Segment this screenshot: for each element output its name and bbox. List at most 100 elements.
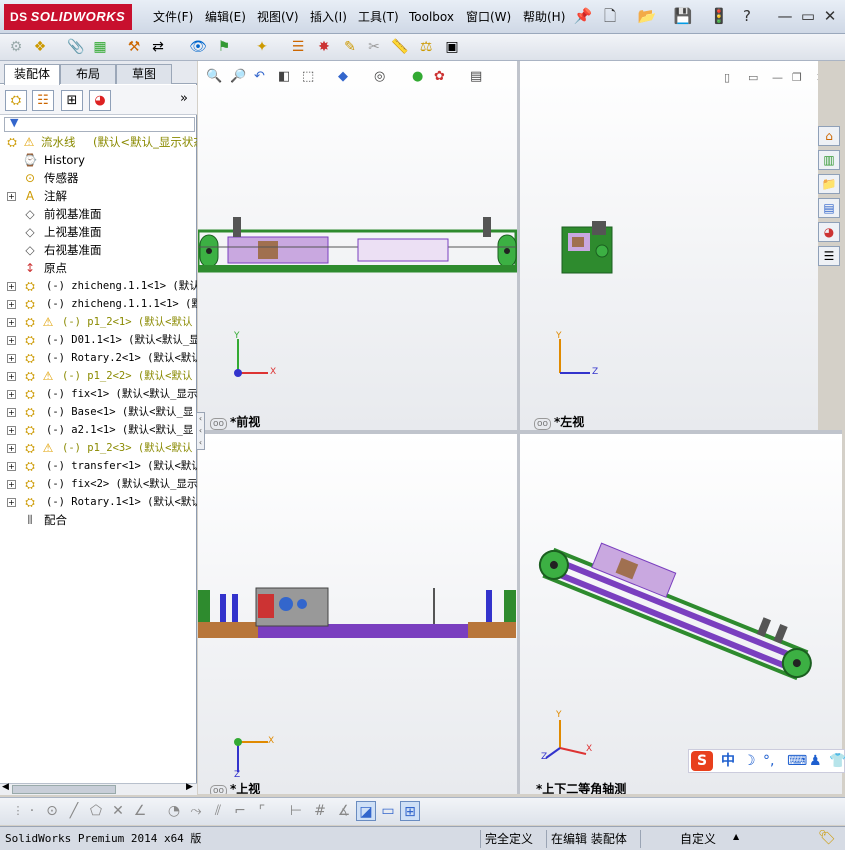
interference-icon[interactable]: ✂ (364, 37, 384, 57)
help-icon[interactable]: ? (736, 5, 758, 27)
menu-view[interactable]: 视图(V) (257, 8, 299, 26)
panel-collapse-handle[interactable]: ‹ ‹ ‹ (196, 412, 205, 450)
shaded-view-icon[interactable]: ◪ (356, 801, 376, 821)
expand-icon[interactable]: + (7, 318, 16, 327)
tree-item[interactable]: + ⛭ (-) Rotary.2<1> (默认<默认 (0, 349, 197, 367)
tree-item[interactable]: ↕ 原点 (0, 259, 197, 277)
view-orientation-icon[interactable]: ⬚ (302, 69, 314, 84)
tree-item[interactable]: + ⛭ (-) Rotary.1<1> (默认<默认 (0, 493, 197, 511)
minimize-button[interactable]: — (774, 5, 796, 27)
tree-item[interactable]: + ⛭ (-) zhicheng.1.1<1> (默认< (0, 277, 197, 295)
sogou-logo-icon[interactable]: S (691, 751, 713, 771)
split-vertical-icon[interactable]: ▯ (724, 71, 730, 84)
fillet-icon[interactable]: ◔ (164, 801, 184, 821)
viewport-restore-icon[interactable]: ❐ (792, 71, 802, 84)
move-component-icon[interactable]: ⇄ (148, 37, 168, 57)
expand-icon[interactable]: + (7, 192, 16, 201)
corner-icon[interactable]: ⌐ (230, 801, 250, 821)
tree-item[interactable]: + ⛭ (-) fix<2> (默认<默认_显示 (0, 475, 197, 493)
trim-icon[interactable]: ✕ (108, 801, 128, 821)
tree-item[interactable]: + ⛭ (-) fix<1> (默认<默认_显示 (0, 385, 197, 403)
units-dropdown-icon[interactable]: ▲ (733, 832, 739, 841)
configuration-manager-icon[interactable]: ⊞ (61, 90, 83, 111)
save-icon[interactable]: 💾 (672, 5, 694, 27)
offset-icon[interactable]: ⫽ (208, 801, 228, 821)
four-view-icon[interactable]: ⊞ (400, 801, 420, 821)
tree-item[interactable]: + ⛭ (-) D01.1<1> (默认<默认_显 (0, 331, 197, 349)
design-library-icon[interactable]: ▥ (818, 150, 840, 170)
polygon-icon[interactable]: ⬠ (86, 801, 106, 821)
skin-icon[interactable]: 👕 (829, 750, 845, 772)
tree-root[interactable]: ⛭ ⚠ 流水线 (默认<默认_显示状态 (0, 133, 197, 151)
single-view-icon[interactable]: ▭ (378, 801, 398, 821)
grid-icon[interactable]: # (310, 801, 330, 821)
point-icon[interactable]: · (22, 801, 42, 821)
section-view-icon[interactable]: ◧ (278, 69, 290, 84)
expand-icon[interactable]: + (7, 300, 16, 309)
viewport-left[interactable]: Y Z oo*左视 ▯ ▭ — ❐ ✕ (520, 61, 818, 430)
scroll-left-icon[interactable]: ◀ (2, 782, 9, 792)
menu-window[interactable]: 窗口(W) (466, 8, 511, 26)
assembly-icon[interactable]: ⚙ (6, 37, 26, 57)
tree-item[interactable]: ⊙ 传感器 (0, 169, 197, 187)
tree-item[interactable]: + ⛭ ⚠ (-) p1_2<1> (默认<默认 (0, 313, 197, 331)
tree-item[interactable]: + ⛭ ⚠ (-) p1_2<3> (默认<默认 (0, 439, 197, 457)
property-manager-icon[interactable]: ☷ (32, 90, 54, 111)
reference-geometry-icon[interactable]: ✦ (252, 37, 272, 57)
exploded-view-icon[interactable]: ✸ (314, 37, 334, 57)
bill-of-materials-icon[interactable]: ☰ (288, 37, 308, 57)
dimension-icon[interactable]: ⊢ (286, 801, 306, 821)
open-folder-icon[interactable]: 📂 (636, 5, 658, 27)
keyboard-icon[interactable]: ⌨ (787, 750, 807, 772)
construction-icon[interactable]: ⌜ (252, 801, 272, 821)
measure-icon[interactable]: 📏 (390, 37, 410, 57)
split-horizontal-icon[interactable]: ▭ (748, 71, 758, 84)
user-icon[interactable]: ♟ (809, 750, 822, 772)
zoom-area-icon[interactable]: 🔎 (230, 69, 246, 84)
expand-icon[interactable]: + (7, 282, 16, 291)
tree-item[interactable]: + A 注解 (0, 187, 197, 205)
menu-edit[interactable]: 编辑(E) (205, 8, 246, 26)
resources-home-icon[interactable]: ⌂ (818, 126, 840, 146)
scroll-right-icon[interactable]: ▶ (186, 782, 193, 792)
custom-properties-icon[interactable]: ☰ (818, 246, 840, 266)
tree-item[interactable]: ⫴ 配合 (0, 511, 197, 529)
punctuation-icon[interactable]: °, (763, 750, 774, 772)
assembly-features-icon[interactable]: ⚑ (214, 37, 234, 57)
extend-icon[interactable]: ⤳ (186, 801, 206, 821)
menu-toolbox[interactable]: Toolbox (409, 8, 454, 26)
expand-icon[interactable]: + (7, 462, 16, 471)
scene-icon[interactable]: ✿ (434, 69, 445, 84)
snapshot-icon[interactable]: ▣ (442, 37, 462, 57)
feature-tree-icon[interactable]: ⛭ (5, 90, 27, 111)
display-style-icon[interactable]: ◆ (338, 69, 348, 84)
tab-sketch[interactable]: 草图 (116, 64, 172, 84)
show-hidden-icon[interactable]: 👁 (188, 37, 208, 57)
menu-help[interactable]: 帮助(H) (523, 8, 565, 26)
tag-icon[interactable]: 🏷 (818, 830, 836, 846)
expand-icon[interactable]: + (7, 498, 16, 507)
viewport-isometric[interactable]: Y X Z *上下二等角轴测 (520, 434, 842, 794)
scroll-thumb[interactable] (12, 785, 116, 794)
viewport-top[interactable]: X Z oo *上视 (198, 434, 517, 794)
mate-icon[interactable]: 📎 (66, 37, 86, 57)
tree-item[interactable]: ◇ 右视基准面 (0, 241, 197, 259)
tree-item[interactable]: ◇ 前视基准面 (0, 205, 197, 223)
units-custom[interactable]: 自定义 (680, 830, 716, 848)
view-settings-icon[interactable]: ▤ (470, 69, 482, 84)
expand-icon[interactable]: + (7, 480, 16, 489)
display-manager-icon[interactable]: ◕ (89, 90, 111, 111)
expand-icon[interactable]: + (7, 372, 16, 381)
linear-pattern-icon[interactable]: ▦ (90, 37, 110, 57)
moon-icon[interactable]: ☽ (743, 750, 756, 772)
expand-icon[interactable]: + (7, 408, 16, 417)
expand-icon[interactable]: + (7, 444, 16, 453)
viewport-close-icon[interactable]: ✕ (816, 71, 818, 84)
line-icon[interactable]: ╱ (64, 801, 84, 821)
viewport-front[interactable]: Y X oo *前视 🔍 🔎 ↶ ◧ ⬚ ◆ ◎ ● ✿ ▤ (198, 61, 517, 430)
tree-item[interactable]: + ⛭ ⚠ (-) p1_2<2> (默认<默认 (0, 367, 197, 385)
pin-icon[interactable]: 📌 (572, 5, 594, 27)
tree-item[interactable]: + ⛭ (-) a2.1<1> (默认<默认_显 (0, 421, 197, 439)
menu-file[interactable]: 文件(F) (153, 8, 193, 26)
tree-item[interactable]: + ⛭ (-) Base<1> (默认<默认_显 (0, 403, 197, 421)
